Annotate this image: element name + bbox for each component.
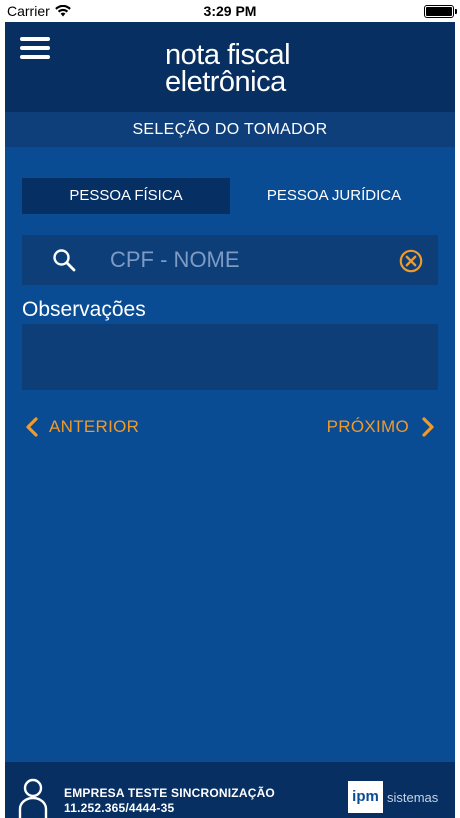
ipm-logo: ipm sistemas <box>348 781 438 813</box>
app-header: nota fiscal eletrônica <box>5 22 455 112</box>
next-button[interactable]: PRÓXIMO <box>327 413 435 441</box>
logo-line-2: eletrônica <box>165 66 286 98</box>
ipm-logo-mark: ipm <box>348 781 383 813</box>
app-screen: nota fiscal eletrônica SELEÇÃO DO TOMADO… <box>5 22 455 818</box>
chevron-right-icon <box>422 417 434 437</box>
user-icon[interactable] <box>18 778 48 818</box>
search-box <box>22 235 438 285</box>
search-input[interactable] <box>110 243 390 277</box>
battery-icon <box>424 5 457 18</box>
company-id: 11.252.365/4444-35 <box>64 801 175 815</box>
app-logo: nota fiscal eletrônica <box>165 41 291 98</box>
search-icon <box>53 249 76 272</box>
status-bar: Carrier 3:29 PM <box>0 0 460 22</box>
previous-label: ANTERIOR <box>49 417 140 436</box>
ipm-logo-word: sistemas <box>387 789 439 805</box>
clear-icon[interactable] <box>399 249 423 273</box>
status-time: 3:29 PM <box>203 3 257 19</box>
previous-button[interactable]: ANTERIOR <box>25 413 139 441</box>
page-title: SELEÇÃO DO TOMADOR <box>5 112 455 147</box>
person-type-tabs: PESSOA FÍSICA PESSOA JURÍDICA <box>22 178 438 214</box>
company-name: EMPRESA TESTE SINCRONIZAÇÃO <box>64 786 275 800</box>
observations-field[interactable] <box>22 324 438 390</box>
observations-label: Observações <box>22 298 146 321</box>
tab-pessoa-fisica[interactable]: PESSOA FÍSICA <box>22 178 230 214</box>
app-footer: EMPRESA TESTE SINCRONIZAÇÃO 11.252.365/4… <box>5 762 455 818</box>
next-label: PRÓXIMO <box>326 417 409 436</box>
tab-pessoa-juridica[interactable]: PESSOA JURÍDICA <box>230 178 438 214</box>
menu-icon[interactable] <box>20 37 50 65</box>
chevron-left-icon <box>26 417 38 437</box>
company-info: EMPRESA TESTE SINCRONIZAÇÃO 11.252.365/4… <box>64 786 275 816</box>
